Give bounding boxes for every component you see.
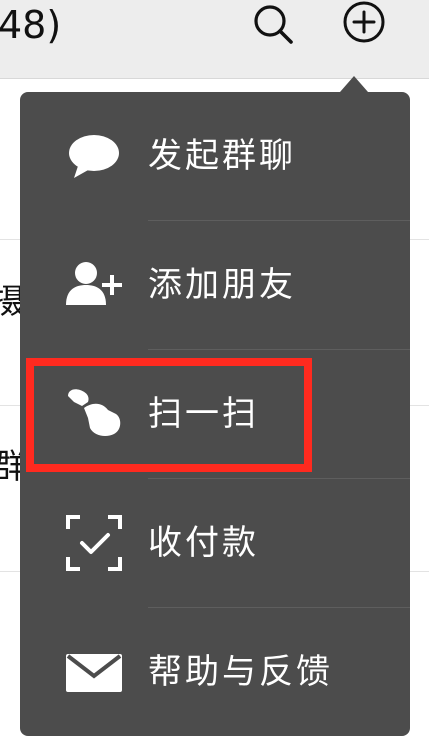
menu-item-start-group-chat[interactable]: 发起群聊 [20,92,410,220]
menu-item-add-friend[interactable]: 添加朋友 [20,221,410,349]
highlight-box [26,358,312,472]
chat-bubble-icon [69,135,119,178]
add-button[interactable] [340,0,388,48]
menu-item-payment[interactable]: 收付款 [20,479,410,607]
page-title-fragment: 48) [0,3,62,47]
menu-item-label: 收付款 [148,523,259,563]
top-bar: 48) [0,0,429,79]
search-button[interactable] [251,2,295,46]
menu-item-label: 发起群聊 [148,136,296,176]
menu-item-label: 帮助与反馈 [148,652,333,692]
menu-item-label: 添加朋友 [148,265,296,305]
add-friend-icon [66,262,122,305]
search-icon [254,5,293,44]
payment-scan-icon [66,515,122,571]
plus-circle-icon [343,1,385,43]
menu-item-help-feedback[interactable]: 帮助与反馈 [20,608,410,736]
envelope-icon [66,654,122,692]
menu-pointer [340,76,368,92]
